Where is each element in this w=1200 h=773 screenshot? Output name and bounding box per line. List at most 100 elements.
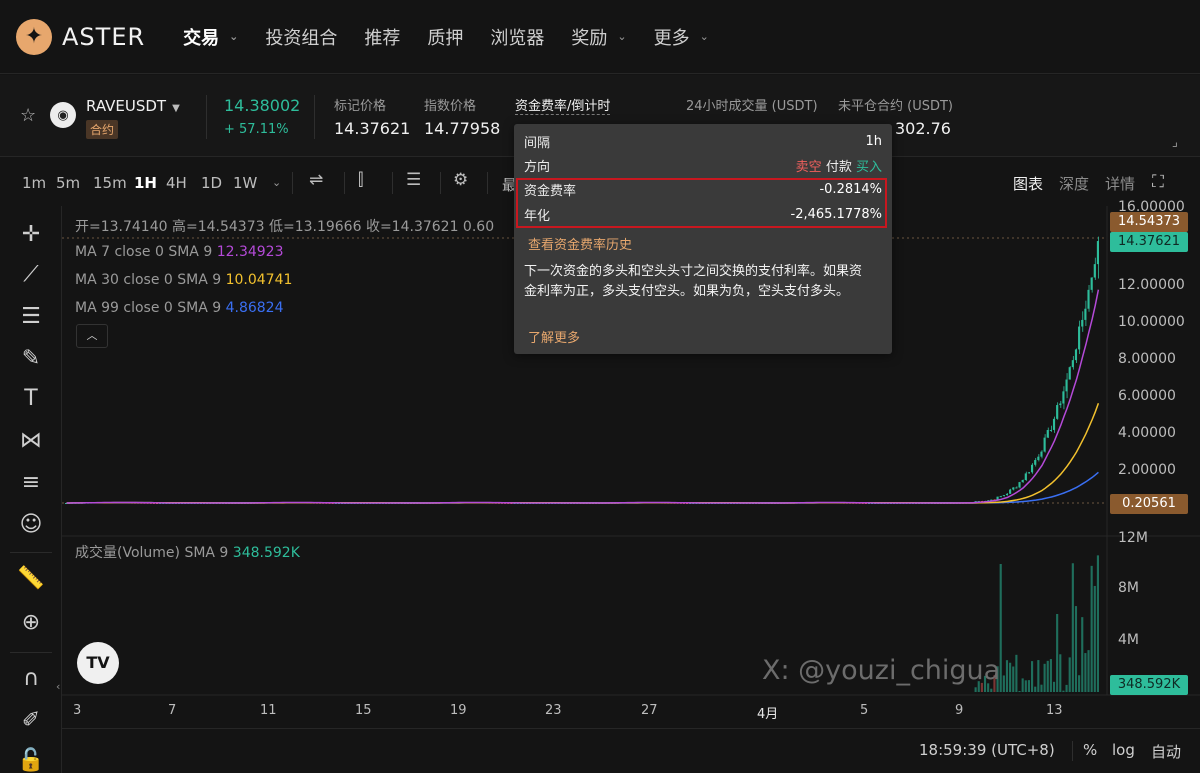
candle-body <box>1081 319 1084 327</box>
candle-body <box>1071 360 1074 368</box>
volume-bar <box>1034 686 1037 692</box>
volume-bar <box>1093 585 1096 692</box>
volume-bar <box>1027 680 1030 692</box>
volume-bar <box>1087 650 1090 692</box>
price-tick: 4.00000 <box>1118 425 1176 441</box>
candle-body <box>1046 430 1049 438</box>
candle-body <box>1012 487 1015 490</box>
volume-tick: 4M <box>1118 632 1139 648</box>
candle-body <box>1052 418 1056 430</box>
clock-timezone[interactable]: 18:59:39 (UTC+8) <box>919 741 1055 759</box>
candle-body <box>1087 289 1090 309</box>
candle-body <box>1005 493 1009 496</box>
volume-bar <box>1015 654 1018 692</box>
candle-body <box>1074 349 1078 361</box>
percent-scale-toggle[interactable]: % <box>1083 741 1097 759</box>
volume-bar <box>1002 675 1005 692</box>
volume-bar <box>1049 659 1052 692</box>
tooltip-interval-row: 间隔 1h <box>524 130 882 152</box>
direction-pay: 付款 <box>825 159 852 175</box>
ohlc-legend: 开=13.74140 高=14.54373 低=13.19666 收=14.37… <box>75 219 495 235</box>
ma7-legend-label: MA 7 close 0 SMA 9 <box>75 244 213 260</box>
candle-body <box>1018 482 1021 488</box>
volume-bar <box>1068 657 1071 692</box>
candle-body <box>1065 379 1068 392</box>
candle-body <box>1037 456 1040 461</box>
candle-body <box>1021 480 1024 483</box>
volume-tick: 8M <box>1118 580 1139 596</box>
ma30-legend: MA 30 close 0 SMA 9 10.04741 <box>75 272 292 288</box>
ma7-legend-value: 12.34923 <box>216 244 284 260</box>
log-scale-toggle[interactable]: log <box>1112 741 1135 759</box>
time-tick: 3 <box>73 703 82 718</box>
time-tick: 9 <box>955 703 964 718</box>
ma30-legend-value: 10.04741 <box>225 272 293 288</box>
candle-body <box>1034 460 1037 465</box>
candle-body <box>1049 429 1052 431</box>
volume-bar <box>1074 606 1078 692</box>
volume-current-tag: 348.592K <box>1110 675 1188 695</box>
volume-bar <box>1037 660 1040 692</box>
ma99-legend: MA 99 close 0 SMA 9 4.86824 <box>75 300 284 316</box>
volume-bar <box>990 688 993 692</box>
time-tick: 15 <box>355 703 372 718</box>
volume-bar <box>1065 684 1068 692</box>
volume-bar <box>1021 678 1024 692</box>
funding-history-link[interactable]: 查看资金费率历史 <box>528 234 632 253</box>
volume-bar <box>1081 617 1084 692</box>
interval-label: 间隔 <box>524 135 551 151</box>
price-chart[interactable] <box>0 0 1200 773</box>
ma7-legend: MA 7 close 0 SMA 9 12.34923 <box>75 244 284 260</box>
candle-body <box>1040 451 1043 457</box>
volume-bar <box>1024 680 1027 692</box>
volume-bar <box>1052 681 1056 692</box>
auto-scale-toggle[interactable]: 自动 <box>1151 741 1181 762</box>
direction-short: 卖空 <box>795 159 822 175</box>
volume-bar <box>1078 675 1081 692</box>
candle-body <box>1096 241 1099 265</box>
candle-body <box>1031 464 1034 473</box>
volume-bar <box>1059 654 1062 692</box>
volume-bar <box>1012 666 1015 692</box>
ma99-legend-label: MA 99 close 0 SMA 9 <box>75 300 222 316</box>
volume-bar <box>1009 662 1012 692</box>
learn-more-link[interactable]: 了解更多 <box>528 327 580 346</box>
price-tick: 2.00000 <box>1118 462 1176 478</box>
watermark: X: @youzi_chigua <box>762 655 1001 686</box>
volume-bar <box>1096 555 1099 692</box>
interval-value: 1h <box>865 133 882 149</box>
ma30-line <box>66 403 1100 504</box>
time-tick: 7 <box>168 703 177 718</box>
price-tick: 8.00000 <box>1118 351 1176 367</box>
volume-legend: 成交量(Volume) SMA 9 348.592K <box>75 542 300 562</box>
volume-tick: 12M <box>1118 530 1148 546</box>
volume-bar <box>1084 653 1087 692</box>
candle-body <box>999 496 1002 498</box>
candle-body <box>1043 437 1046 452</box>
candle-body <box>1084 308 1087 320</box>
tooltip-direction-row: 方向 卖空 付款 买入 <box>524 154 882 176</box>
candle-body <box>1093 264 1096 278</box>
ma99-line <box>66 471 1099 504</box>
volume-bar <box>1043 663 1046 692</box>
volume-bar <box>1090 565 1093 692</box>
price-tick: 6.00000 <box>1118 388 1176 404</box>
scroll-left-icon[interactable]: ‹ <box>56 680 60 693</box>
time-tick: 11 <box>260 703 277 718</box>
time-tick: 13 <box>1046 703 1063 718</box>
direction-label: 方向 <box>524 159 551 175</box>
tradingview-logo-icon[interactable]: TV <box>77 642 119 684</box>
candle-body <box>1009 489 1012 494</box>
candle-body <box>1002 495 1005 497</box>
volume-bar <box>1018 691 1021 692</box>
volume-bar <box>1071 563 1074 692</box>
chart-bottom-bar: 18:59:39 (UTC+8) % log 自动 <box>62 728 1200 773</box>
funding-rate-tooltip: 间隔 1h 方向 卖空 付款 买入 资金费率 -0.2814% 年化 -2,46… <box>514 124 892 354</box>
candle-body <box>1027 472 1030 474</box>
collapse-legend-button[interactable]: ︿ <box>76 324 108 348</box>
candle-body <box>1015 487 1018 489</box>
divider <box>1072 741 1073 761</box>
volume-bar <box>1031 661 1034 692</box>
last-price-tag: 14.37621 <box>1110 232 1188 252</box>
time-tick: 27 <box>641 703 658 718</box>
